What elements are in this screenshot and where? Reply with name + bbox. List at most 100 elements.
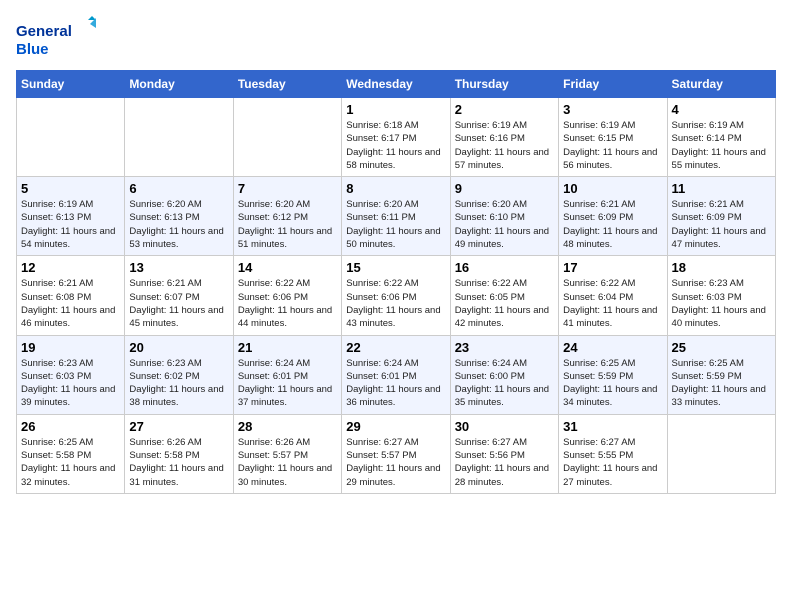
weekday-header: Friday [559,71,667,98]
weekday-header: Sunday [17,71,125,98]
logo: General Blue [16,16,96,60]
day-number: 8 [346,181,445,196]
day-number: 21 [238,340,337,355]
calendar-cell: 3 Sunrise: 6:19 AMSunset: 6:15 PMDaylight… [559,98,667,177]
svg-text:Blue: Blue [16,41,49,58]
calendar-cell: 13Sunrise: 6:21 AMSunset: 6:07 PMDayligh… [125,256,233,335]
day-info: Sunrise: 6:18 AMSunset: 6:17 PMDaylight:… [346,119,445,172]
day-number: 26 [21,419,120,434]
calendar-cell: 25 Sunrise: 6:25 AMSunset: 5:59 PMDayligh… [667,335,775,414]
day-info: Sunrise: 6:19 AMSunset: 6:13 PMDaylight:… [21,198,120,251]
day-number: 9 [455,181,554,196]
day-number: 16 [455,260,554,275]
day-info: Sunrise: 6:19 AMSunset: 6:14 PMDaylight:… [672,119,771,172]
day-info: Sunrise: 6:23 AMSunset: 6:03 PMDaylight:… [672,277,771,330]
day-number: 31 [563,419,662,434]
calendar-cell: 22 Sunrise: 6:24 AMSunset: 6:01 PMDayligh… [342,335,450,414]
calendar-week-row: 19 Sunrise: 6:23 AMSunset: 6:03 PMDayligh… [17,335,776,414]
day-number: 2 [455,102,554,117]
day-info: Sunrise: 6:24 AMSunset: 6:01 PMDaylight:… [346,357,445,410]
day-number: 1 [346,102,445,117]
day-number: 10 [563,181,662,196]
calendar-week-row: 26 Sunrise: 6:25 AMSunset: 5:58 PMDayligh… [17,414,776,493]
calendar-cell: 4 Sunrise: 6:19 AMSunset: 6:14 PMDaylight… [667,98,775,177]
calendar-cell: 28 Sunrise: 6:26 AMSunset: 5:57 PMDayligh… [233,414,341,493]
day-info: Sunrise: 6:27 AMSunset: 5:57 PMDaylight:… [346,436,445,489]
day-number: 4 [672,102,771,117]
day-number: 3 [563,102,662,117]
calendar-cell: 8 Sunrise: 6:20 AMSunset: 6:11 PMDaylight… [342,177,450,256]
calendar-cell: 5 Sunrise: 6:19 AMSunset: 6:13 PMDaylight… [17,177,125,256]
calendar-cell: 14Sunrise: 6:22 AMSunset: 6:06 PMDayligh… [233,256,341,335]
day-info: Sunrise: 6:19 AMSunset: 6:16 PMDaylight:… [455,119,554,172]
calendar-cell: 19 Sunrise: 6:23 AMSunset: 6:03 PMDayligh… [17,335,125,414]
day-info: Sunrise: 6:20 AMSunset: 6:10 PMDaylight:… [455,198,554,251]
calendar-cell: 10 Sunrise: 6:21 AMSunset: 6:09 PMDayligh… [559,177,667,256]
calendar-week-row: 1 Sunrise: 6:18 AMSunset: 6:17 PMDaylight… [17,98,776,177]
day-number: 17 [563,260,662,275]
weekday-header: Monday [125,71,233,98]
day-info: Sunrise: 6:22 AMSunset: 6:06 PMDaylight:… [238,277,337,330]
calendar-week-row: 12 Sunrise: 6:21 AMSunset: 6:08 PMDayligh… [17,256,776,335]
calendar-cell [125,98,233,177]
calendar-cell: 30 Sunrise: 6:27 AMSunset: 5:56 PMDayligh… [450,414,558,493]
day-info: Sunrise: 6:22 AMSunset: 6:06 PMDaylight:… [346,277,445,330]
calendar-week-row: 5 Sunrise: 6:19 AMSunset: 6:13 PMDaylight… [17,177,776,256]
day-info: Sunrise: 6:26 AMSunset: 5:57 PMDaylight:… [238,436,337,489]
weekday-header: Thursday [450,71,558,98]
day-info: Sunrise: 6:23 AMSunset: 6:03 PMDaylight:… [21,357,120,410]
calendar-cell: 9 Sunrise: 6:20 AMSunset: 6:10 PMDaylight… [450,177,558,256]
day-number: 28 [238,419,337,434]
day-info: Sunrise: 6:23 AMSunset: 6:02 PMDaylight:… [129,357,228,410]
day-number: 25 [672,340,771,355]
day-info: Sunrise: 6:25 AMSunset: 5:59 PMDaylight:… [672,357,771,410]
day-info: Sunrise: 6:24 AMSunset: 6:01 PMDaylight:… [238,357,337,410]
day-number: 13 [129,260,228,275]
calendar-cell: 18Sunrise: 6:23 AMSunset: 6:03 PMDayligh… [667,256,775,335]
calendar-cell: 2 Sunrise: 6:19 AMSunset: 6:16 PMDaylight… [450,98,558,177]
page-header: General Blue [16,16,776,60]
day-info: Sunrise: 6:21 AMSunset: 6:09 PMDaylight:… [563,198,662,251]
day-info: Sunrise: 6:20 AMSunset: 6:12 PMDaylight:… [238,198,337,251]
calendar-cell: 21 Sunrise: 6:24 AMSunset: 6:01 PMDayligh… [233,335,341,414]
calendar-cell: 11Sunrise: 6:21 AMSunset: 6:09 PMDayligh… [667,177,775,256]
calendar-cell: 24Sunrise: 6:25 AMSunset: 5:59 PMDayligh… [559,335,667,414]
calendar-cell: 16 Sunrise: 6:22 AMSunset: 6:05 PMDayligh… [450,256,558,335]
svg-text:General: General [16,23,72,40]
day-number: 5 [21,181,120,196]
day-info: Sunrise: 6:22 AMSunset: 6:04 PMDaylight:… [563,277,662,330]
day-info: Sunrise: 6:25 AMSunset: 5:58 PMDaylight:… [21,436,120,489]
calendar-cell: 27 Sunrise: 6:26 AMSunset: 5:58 PMDayligh… [125,414,233,493]
weekday-header: Wednesday [342,71,450,98]
day-info: Sunrise: 6:19 AMSunset: 6:15 PMDaylight:… [563,119,662,172]
day-number: 15 [346,260,445,275]
day-info: Sunrise: 6:27 AMSunset: 5:56 PMDaylight:… [455,436,554,489]
weekday-header: Saturday [667,71,775,98]
day-info: Sunrise: 6:24 AMSunset: 6:00 PMDaylight:… [455,357,554,410]
calendar-cell: 29Sunrise: 6:27 AMSunset: 5:57 PMDayligh… [342,414,450,493]
calendar-cell: 31Sunrise: 6:27 AMSunset: 5:55 PMDayligh… [559,414,667,493]
day-info: Sunrise: 6:21 AMSunset: 6:09 PMDaylight:… [672,198,771,251]
calendar-cell: 17 Sunrise: 6:22 AMSunset: 6:04 PMDayligh… [559,256,667,335]
day-number: 24 [563,340,662,355]
day-info: Sunrise: 6:22 AMSunset: 6:05 PMDaylight:… [455,277,554,330]
logo-svg: General Blue [16,16,96,60]
day-number: 19 [21,340,120,355]
day-info: Sunrise: 6:26 AMSunset: 5:58 PMDaylight:… [129,436,228,489]
calendar-cell: 23Sunrise: 6:24 AMSunset: 6:00 PMDayligh… [450,335,558,414]
day-number: 27 [129,419,228,434]
day-info: Sunrise: 6:20 AMSunset: 6:11 PMDaylight:… [346,198,445,251]
day-info: Sunrise: 6:21 AMSunset: 6:08 PMDaylight:… [21,277,120,330]
calendar-table: SundayMondayTuesdayWednesdayThursdayFrid… [16,70,776,494]
weekday-header-row: SundayMondayTuesdayWednesdayThursdayFrid… [17,71,776,98]
calendar-cell: 1 Sunrise: 6:18 AMSunset: 6:17 PMDaylight… [342,98,450,177]
weekday-header: Tuesday [233,71,341,98]
day-number: 22 [346,340,445,355]
calendar-cell [17,98,125,177]
day-number: 7 [238,181,337,196]
calendar-cell: 20Sunrise: 6:23 AMSunset: 6:02 PMDayligh… [125,335,233,414]
day-number: 12 [21,260,120,275]
day-info: Sunrise: 6:20 AMSunset: 6:13 PMDaylight:… [129,198,228,251]
day-number: 6 [129,181,228,196]
day-number: 30 [455,419,554,434]
